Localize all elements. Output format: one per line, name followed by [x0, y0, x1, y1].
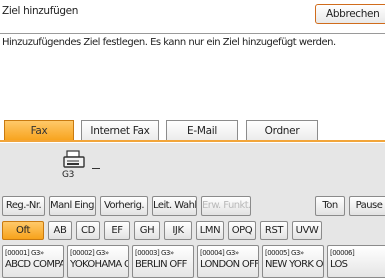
- index-tab-cd[interactable]: CD: [76, 221, 100, 240]
- destination-code: [00001] G3»: [5, 249, 44, 257]
- index-tab-opq[interactable]: OPQ: [228, 221, 256, 240]
- index-tab-frequent[interactable]: Oft: [2, 221, 44, 240]
- previous-button[interactable]: Vorherig.: [100, 196, 148, 216]
- tab-fax[interactable]: Fax: [4, 120, 74, 141]
- destination-key[interactable]: [00002] G3» YOKOHAMA O: [67, 245, 129, 278]
- index-tab-gh[interactable]: GH: [134, 221, 160, 240]
- destination-name: LONDON OFF: [200, 259, 259, 270]
- destination-key[interactable]: [00001] G3» ABCD COMPA: [2, 245, 64, 278]
- index-tab-ijk[interactable]: IJK: [164, 221, 192, 240]
- destination-code: [00002] G3»: [70, 249, 109, 257]
- tone-button[interactable]: Ton: [315, 196, 345, 216]
- destination-key[interactable]: [00003] G3» BERLIN OFF: [132, 245, 194, 278]
- destination-key[interactable]: [00005] G3» NEW YORK O: [262, 245, 324, 278]
- tab-internet-fax[interactable]: Internet Fax: [81, 120, 159, 141]
- tab-email[interactable]: E-Mail: [166, 120, 238, 141]
- destination-code: [00006]: [330, 249, 355, 257]
- tab-folder[interactable]: Ordner: [246, 120, 318, 141]
- pause-button[interactable]: Pause: [349, 196, 385, 216]
- destination-key[interactable]: [00004] G3» LONDON OFF: [197, 245, 259, 278]
- chain-dial-button[interactable]: Leit. Wahl: [152, 196, 197, 216]
- header-divider: [0, 33, 385, 34]
- destination-name: ABCD COMPA: [5, 259, 64, 270]
- line-type-label: G3: [62, 170, 75, 180]
- destination-code: [00004] G3»: [200, 249, 239, 257]
- index-tab-uvw[interactable]: UVW: [292, 221, 322, 240]
- index-tab-ab[interactable]: AB: [48, 221, 72, 240]
- destination-key[interactable]: [00006] LOS: [327, 245, 385, 278]
- extended-function-button[interactable]: Erw. Funkt.: [201, 196, 251, 216]
- manual-entry-button[interactable]: Manl Eing.: [49, 196, 96, 216]
- dialog-title: Ziel hinzufügen: [2, 5, 79, 17]
- cancel-button[interactable]: Abbrechen: [315, 4, 385, 24]
- destination-name: LOS: [330, 259, 348, 270]
- instruction-text: Hinzuzufügendes Ziel festlegen. Es kann …: [2, 37, 336, 48]
- index-tab-ef[interactable]: EF: [104, 221, 130, 240]
- destination-name: NEW YORK O: [265, 259, 323, 270]
- destination-name: YOKOHAMA O: [70, 259, 129, 270]
- fax-machine-icon: [62, 150, 88, 172]
- input-cursor: [92, 168, 100, 169]
- tab-underline: [0, 140, 385, 142]
- destination-code: [00005] G3»: [265, 249, 304, 257]
- index-tab-rst[interactable]: RST: [260, 221, 288, 240]
- index-tab-lmn[interactable]: LMN: [196, 221, 224, 240]
- destination-code: [00003] G3»: [135, 249, 174, 257]
- reg-nr-button[interactable]: Reg.-Nr.: [2, 196, 45, 216]
- destination-name: BERLIN OFF: [135, 259, 187, 270]
